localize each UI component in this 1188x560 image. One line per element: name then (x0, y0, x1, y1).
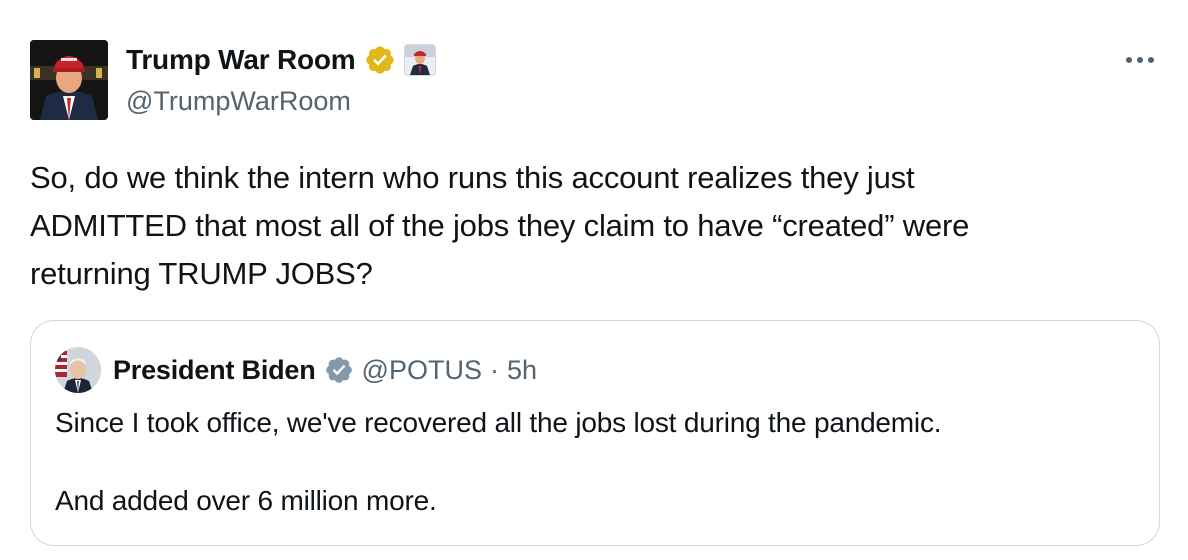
gold-verified-badge-icon[interactable] (364, 44, 396, 76)
separator-dot: · (489, 354, 499, 385)
quoted-text-line: And added over 6 million more. (55, 485, 437, 516)
tweet-text-line: returning TRUMP JOBS? (30, 256, 373, 291)
quoted-author-avatar[interactable] (55, 347, 101, 393)
gray-verified-badge-icon[interactable] (324, 355, 354, 385)
profile-photo-icon (55, 347, 101, 393)
quoted-tweet-text: Since I took office, we've recovered all… (55, 403, 1135, 521)
tweet-header: Trump War Room @TrumpWarRoom (30, 40, 1160, 122)
tweet-text: So, do we think the intern who runs this… (30, 154, 1150, 298)
profile-photo-icon (30, 40, 108, 120)
author-name-row: Trump War Room (126, 42, 436, 78)
affiliate-photo-icon[interactable] (403, 44, 436, 76)
quoted-tweet-header: President Biden @POTUS · 5h (55, 347, 537, 393)
quoted-tweet-card[interactable]: President Biden @POTUS · 5h Since I took… (30, 320, 1160, 546)
quoted-text-line: Since I took office, we've recovered all… (55, 407, 942, 438)
tweet-text-line: So, do we think the intern who runs this… (30, 160, 915, 195)
author-display-name[interactable]: Trump War Room (126, 42, 356, 78)
ellipsis-icon (1126, 57, 1154, 63)
tweet-text-line: ADMITTED that most all of the jobs they … (30, 208, 970, 243)
more-options-button[interactable] (1120, 46, 1160, 74)
quoted-author-handle[interactable]: @POTUS (362, 355, 482, 386)
author-avatar[interactable] (30, 40, 108, 120)
author-handle[interactable]: @TrumpWarRoom (126, 84, 351, 118)
quoted-timestamp[interactable]: 5h (507, 355, 537, 386)
quoted-author-display-name[interactable]: President Biden (113, 355, 316, 386)
